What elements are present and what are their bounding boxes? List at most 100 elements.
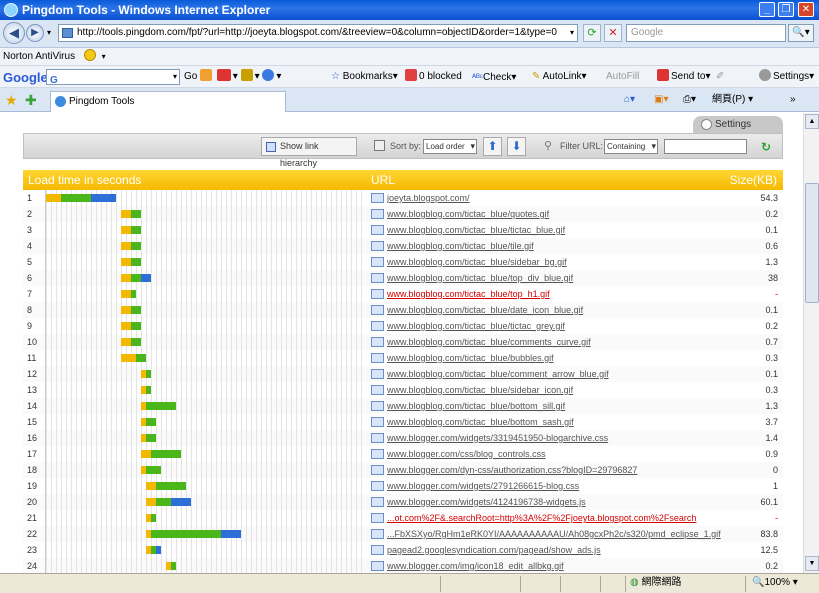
news-icon[interactable] bbox=[200, 69, 212, 81]
table-row[interactable]: 15 www.blogblog.com/tictac_blue/bottom_sa… bbox=[23, 414, 783, 430]
resource-url-link[interactable]: www.blogblog.com/tictac_blue/quotes.gif bbox=[387, 206, 549, 222]
resource-url-link[interactable]: www.blogblog.com/tictac_blue/bubbles.gif bbox=[387, 350, 554, 366]
table-row[interactable]: 18 www.blogger.com/dyn-css/authorization.… bbox=[23, 462, 783, 478]
refresh-button[interactable]: ⟳ bbox=[583, 24, 601, 42]
table-row[interactable]: 17 www.blogger.com/css/blog_controls.css 0… bbox=[23, 446, 783, 462]
home-icon[interactable]: ⌂▾ bbox=[624, 92, 635, 108]
sort-select[interactable]: Load order bbox=[423, 139, 477, 154]
table-row[interactable]: 2 www.blogblog.com/tictac_blue/quotes.gif… bbox=[23, 206, 783, 222]
table-row[interactable]: 24 www.blogger.com/img/icon18_edit_allbkg… bbox=[23, 558, 783, 573]
maximize-button[interactable]: ❐ bbox=[778, 2, 794, 17]
table-row[interactable]: 1 joeyta.blogspot.com/54.3 bbox=[23, 190, 783, 206]
resource-url-link[interactable]: www.blogblog.com/tictac_blue/top_h1.gif bbox=[387, 286, 550, 302]
history-dropdown-icon[interactable]: ▾ bbox=[47, 28, 51, 37]
sort-ascending-button[interactable]: ⬆ bbox=[483, 137, 502, 156]
filter-url-input[interactable] bbox=[664, 139, 747, 154]
table-row[interactable]: 23 pagead2.googlesyndication.com/pagead/s… bbox=[23, 542, 783, 558]
resource-url-link[interactable]: www.blogblog.com/tictac_blue/top_div_blu… bbox=[387, 270, 573, 286]
stop-button[interactable]: ✕ bbox=[604, 24, 622, 42]
table-row[interactable]: 12 www.blogblog.com/tictac_blue/comment_a… bbox=[23, 366, 783, 382]
col-url[interactable]: URL bbox=[371, 170, 395, 190]
autolink-button[interactable]: ✎ AutoLink▾ bbox=[532, 66, 587, 88]
resource-url-link[interactable]: www.blogger.com/widgets/3319451950-bloga… bbox=[387, 430, 608, 446]
sort-descending-button[interactable]: ⬇ bbox=[507, 137, 526, 156]
autofill-button[interactable]: AutoFill bbox=[606, 66, 639, 88]
filter-go-icon[interactable]: ↻ bbox=[761, 140, 771, 154]
table-row[interactable]: 11 www.blogblog.com/tictac_blue/bubbles.g… bbox=[23, 350, 783, 366]
table-row[interactable]: 20 www.blogger.com/widgets/4124196738-wid… bbox=[23, 494, 783, 510]
resource-url-link[interactable]: www.blogblog.com/tictac_blue/tictac_grey… bbox=[387, 318, 565, 334]
table-row[interactable]: 13 www.blogblog.com/tictac_blue/sidebar_i… bbox=[23, 382, 783, 398]
table-row[interactable]: 5 www.blogblog.com/tictac_blue/sidebar_bg… bbox=[23, 254, 783, 270]
table-row[interactable]: 19 www.blogger.com/widgets/2791266615-blo… bbox=[23, 478, 783, 494]
google-go-button[interactable]: Go bbox=[184, 66, 197, 88]
search-button[interactable]: 🔍▾ bbox=[788, 24, 814, 42]
col-load-time[interactable]: Load time in seconds bbox=[28, 170, 141, 190]
address-bar[interactable]: http://tools.pingdom.com/fpt/?url=http:/… bbox=[58, 24, 578, 42]
resource-url-link[interactable]: www.blogger.com/css/blog_controls.css bbox=[387, 446, 546, 462]
resource-url-link[interactable]: www.blogblog.com/tictac_blue/date_icon_b… bbox=[387, 302, 583, 318]
table-row[interactable]: 8 www.blogblog.com/tictac_blue/date_icon_… bbox=[23, 302, 783, 318]
show-link-hierarchy-button[interactable]: Show link hierarchy bbox=[261, 137, 357, 168]
print-icon[interactable]: ⎙▾ bbox=[683, 92, 696, 108]
resource-url-link[interactable]: ...ot.com%2F&.searchRoot=http%3A%2F%2Fjo… bbox=[387, 510, 696, 526]
popup-blocker-button[interactable]: 0 blocked bbox=[405, 66, 462, 88]
back-button[interactable]: ◀ bbox=[3, 22, 25, 44]
forward-button[interactable]: ▶ bbox=[26, 24, 44, 42]
table-row[interactable]: 6 www.blogblog.com/tictac_blue/top_div_bl… bbox=[23, 270, 783, 286]
bookmarks-button[interactable]: ☆ Bookmarks▾ bbox=[331, 66, 398, 88]
resource-url-link[interactable]: joeyta.blogspot.com/ bbox=[387, 190, 470, 206]
table-row[interactable]: 22 ...FbXSXyo/RgHm1eRK0YI/AAAAAAAAAAU/Ah0… bbox=[23, 526, 783, 542]
resource-url-link[interactable]: www.blogger.com/dyn-css/authorization.cs… bbox=[387, 462, 637, 478]
table-row[interactable]: 10 www.blogblog.com/tictac_blue/comments_… bbox=[23, 334, 783, 350]
resource-url-link[interactable]: www.blogger.com/widgets/4124196738-widge… bbox=[387, 494, 586, 510]
resource-url-link[interactable]: www.blogblog.com/tictac_blue/tile.gif bbox=[387, 238, 534, 254]
vertical-scrollbar[interactable]: ▲ ▼ bbox=[803, 113, 819, 573]
address-dropdown-icon[interactable]: ▾ bbox=[566, 25, 578, 41]
table-row[interactable]: 3 www.blogblog.com/tictac_blue/tictac_blu… bbox=[23, 222, 783, 238]
spellcheck-button[interactable]: ᴬᴮᶜCheck▾ bbox=[472, 66, 516, 89]
tools-chevron-icon[interactable]: » bbox=[790, 92, 796, 108]
resource-url-link[interactable]: www.blogblog.com/tictac_blue/bottom_sill… bbox=[387, 398, 565, 414]
table-row[interactable]: 9 www.blogblog.com/tictac_blue/tictac_gre… bbox=[23, 318, 783, 334]
scroll-thumb[interactable] bbox=[805, 183, 819, 303]
table-row[interactable]: 7 www.blogblog.com/tictac_blue/top_h1.gif… bbox=[23, 286, 783, 302]
google-settings-button[interactable]: Settings▾ bbox=[759, 66, 814, 88]
close-button[interactable]: ✕ bbox=[798, 2, 814, 17]
resource-url-link[interactable]: www.blogblog.com/tictac_blue/tictac_blue… bbox=[387, 222, 565, 238]
google-toolbar-icons[interactable]: ▾ ▾ ▾ bbox=[200, 66, 281, 88]
search-input[interactable]: Google bbox=[626, 24, 786, 42]
filter-mode-select[interactable]: Containing bbox=[604, 139, 658, 154]
table-row[interactable]: 14 www.blogblog.com/tictac_blue/bottom_si… bbox=[23, 398, 783, 414]
resource-url-link[interactable]: www.blogblog.com/tictac_blue/sidebar_bg.… bbox=[387, 254, 567, 270]
pencil-icon[interactable]: ✐ bbox=[716, 66, 724, 88]
resource-url-link[interactable]: www.blogblog.com/tictac_blue/comment_arr… bbox=[387, 366, 609, 382]
table-row[interactable]: 16 www.blogger.com/widgets/3319451950-blo… bbox=[23, 430, 783, 446]
resource-url-link[interactable]: www.blogger.com/widgets/2791266615-blog.… bbox=[387, 478, 579, 494]
resource-url-link[interactable]: www.blogblog.com/tictac_blue/comments_cu… bbox=[387, 334, 591, 350]
resource-url-link[interactable]: ...FbXSXyo/RgHm1eRK0YI/AAAAAAAAAAU/Ah08g… bbox=[387, 526, 721, 542]
favorites-star-icon[interactable]: ★ bbox=[5, 92, 18, 109]
gmail-icon[interactable] bbox=[216, 69, 231, 81]
col-size[interactable]: Size(KB) bbox=[730, 170, 777, 190]
table-row[interactable]: 21 ...ot.com%2F&.searchRoot=http%3A%2F%2F… bbox=[23, 510, 783, 526]
resource-url-link[interactable]: pagead2.googlesyndication.com/pagead/sho… bbox=[387, 542, 601, 558]
page-menu-button[interactable]: 網頁(P) ▾ bbox=[712, 92, 753, 108]
chat-icon[interactable] bbox=[262, 69, 275, 81]
resource-url-link[interactable]: www.blogger.com/img/icon18_edit_allbkg.g… bbox=[387, 558, 564, 573]
add-favorites-icon[interactable]: ✚ bbox=[25, 92, 37, 109]
resource-url-link[interactable]: www.blogblog.com/tictac_blue/sidebar_ico… bbox=[387, 382, 573, 398]
feeds-icon[interactable]: ▣▾ bbox=[654, 92, 668, 108]
minimize-button[interactable]: _ bbox=[759, 2, 775, 17]
norton-shield-icon[interactable] bbox=[83, 49, 96, 61]
tab-pingdom-tools[interactable]: Pingdom Tools bbox=[50, 91, 286, 112]
scroll-up-button[interactable]: ▲ bbox=[805, 114, 819, 129]
puzzle-icon[interactable] bbox=[240, 69, 253, 81]
scroll-down-button[interactable]: ▼ bbox=[805, 556, 819, 571]
table-row[interactable]: 4 www.blogblog.com/tictac_blue/tile.gif 0.… bbox=[23, 238, 783, 254]
zoom-level[interactable]: 🔍100% ▾ bbox=[752, 574, 798, 592]
resource-url-link[interactable]: www.blogblog.com/tictac_blue/bottom_sash… bbox=[387, 414, 574, 430]
settings-tab[interactable]: Settings bbox=[693, 116, 783, 133]
norton-dropdown-icon[interactable]: ▾ bbox=[102, 52, 106, 61]
sendto-button[interactable]: Send to▾ bbox=[657, 66, 711, 88]
